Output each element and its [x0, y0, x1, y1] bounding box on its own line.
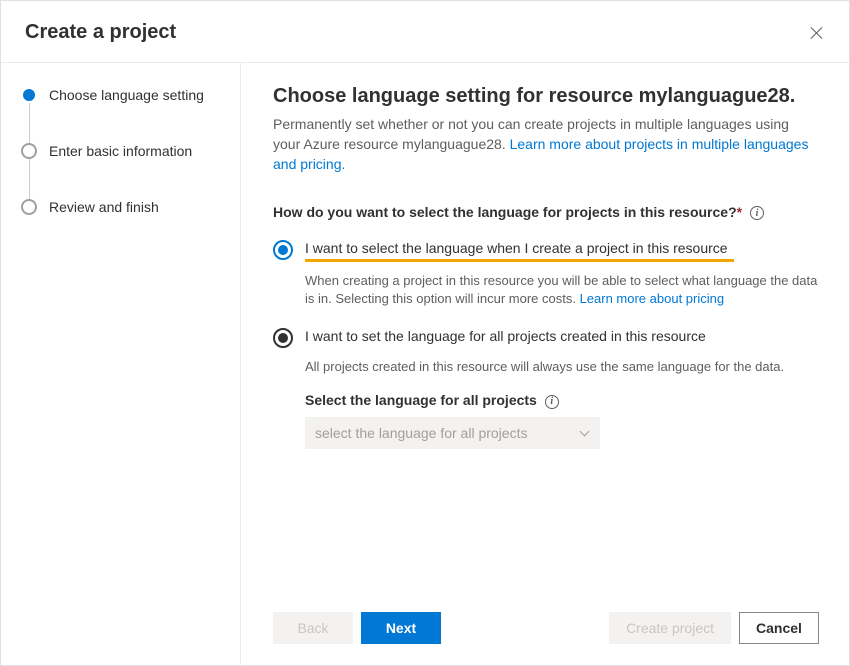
- dialog-body: Choose language setting Enter basic info…: [1, 63, 849, 666]
- intro-text: Permanently set whether or not you can c…: [273, 114, 819, 174]
- create-project-button[interactable]: Create project: [609, 612, 731, 644]
- next-button[interactable]: Next: [361, 612, 441, 644]
- step-label: Review and finish: [49, 199, 159, 215]
- step-review[interactable]: Review and finish: [21, 199, 224, 215]
- option-label[interactable]: I want to select the language when I cre…: [305, 240, 734, 262]
- chevron-down-icon: [580, 428, 590, 438]
- step-connector: [29, 159, 224, 199]
- info-icon[interactable]: i: [545, 395, 559, 409]
- step-bullet-active: [23, 89, 35, 101]
- language-select-section: Select the language for all projects i s…: [305, 392, 819, 448]
- question-label: How do you want to select the language f…: [273, 204, 819, 220]
- option-label[interactable]: I want to set the language for all proje…: [305, 328, 706, 347]
- step-choose-language[interactable]: Choose language setting: [21, 87, 224, 103]
- dropdown-placeholder: select the language for all projects: [315, 425, 527, 441]
- close-icon[interactable]: [809, 25, 825, 41]
- pricing-link[interactable]: Learn more about pricing: [580, 291, 725, 306]
- main-panel: Choose language setting for resource myl…: [241, 63, 849, 666]
- option-description: All projects created in this resource wi…: [305, 358, 819, 376]
- step-bullet: [21, 143, 37, 159]
- required-asterisk: *: [737, 204, 742, 220]
- language-dropdown[interactable]: select the language for all projects: [305, 417, 600, 449]
- info-icon[interactable]: i: [750, 206, 764, 220]
- dialog-header: Create a project: [1, 1, 849, 63]
- step-basic-info[interactable]: Enter basic information: [21, 143, 224, 159]
- dropdown-label: Select the language for all projects i: [305, 392, 819, 408]
- radio-per-project[interactable]: [273, 240, 293, 260]
- step-bullet: [21, 199, 37, 215]
- dialog-title: Create a project: [25, 21, 176, 44]
- cancel-button[interactable]: Cancel: [739, 612, 819, 644]
- radio-all-projects[interactable]: [273, 328, 293, 348]
- wizard-steps: Choose language setting Enter basic info…: [1, 63, 241, 666]
- footer-actions: Back Next Create project Cancel: [241, 596, 849, 666]
- step-label: Enter basic information: [49, 143, 192, 159]
- step-label: Choose language setting: [49, 87, 204, 103]
- option-description: When creating a project in this resource…: [305, 272, 819, 308]
- step-connector: [29, 103, 224, 143]
- option-all-projects: I want to set the language for all proje…: [273, 328, 819, 448]
- page-title: Choose language setting for resource myl…: [273, 85, 819, 108]
- option-per-project: I want to select the language when I cre…: [273, 240, 819, 308]
- back-button[interactable]: Back: [273, 612, 353, 644]
- content-area: Choose language setting for resource myl…: [241, 63, 849, 596]
